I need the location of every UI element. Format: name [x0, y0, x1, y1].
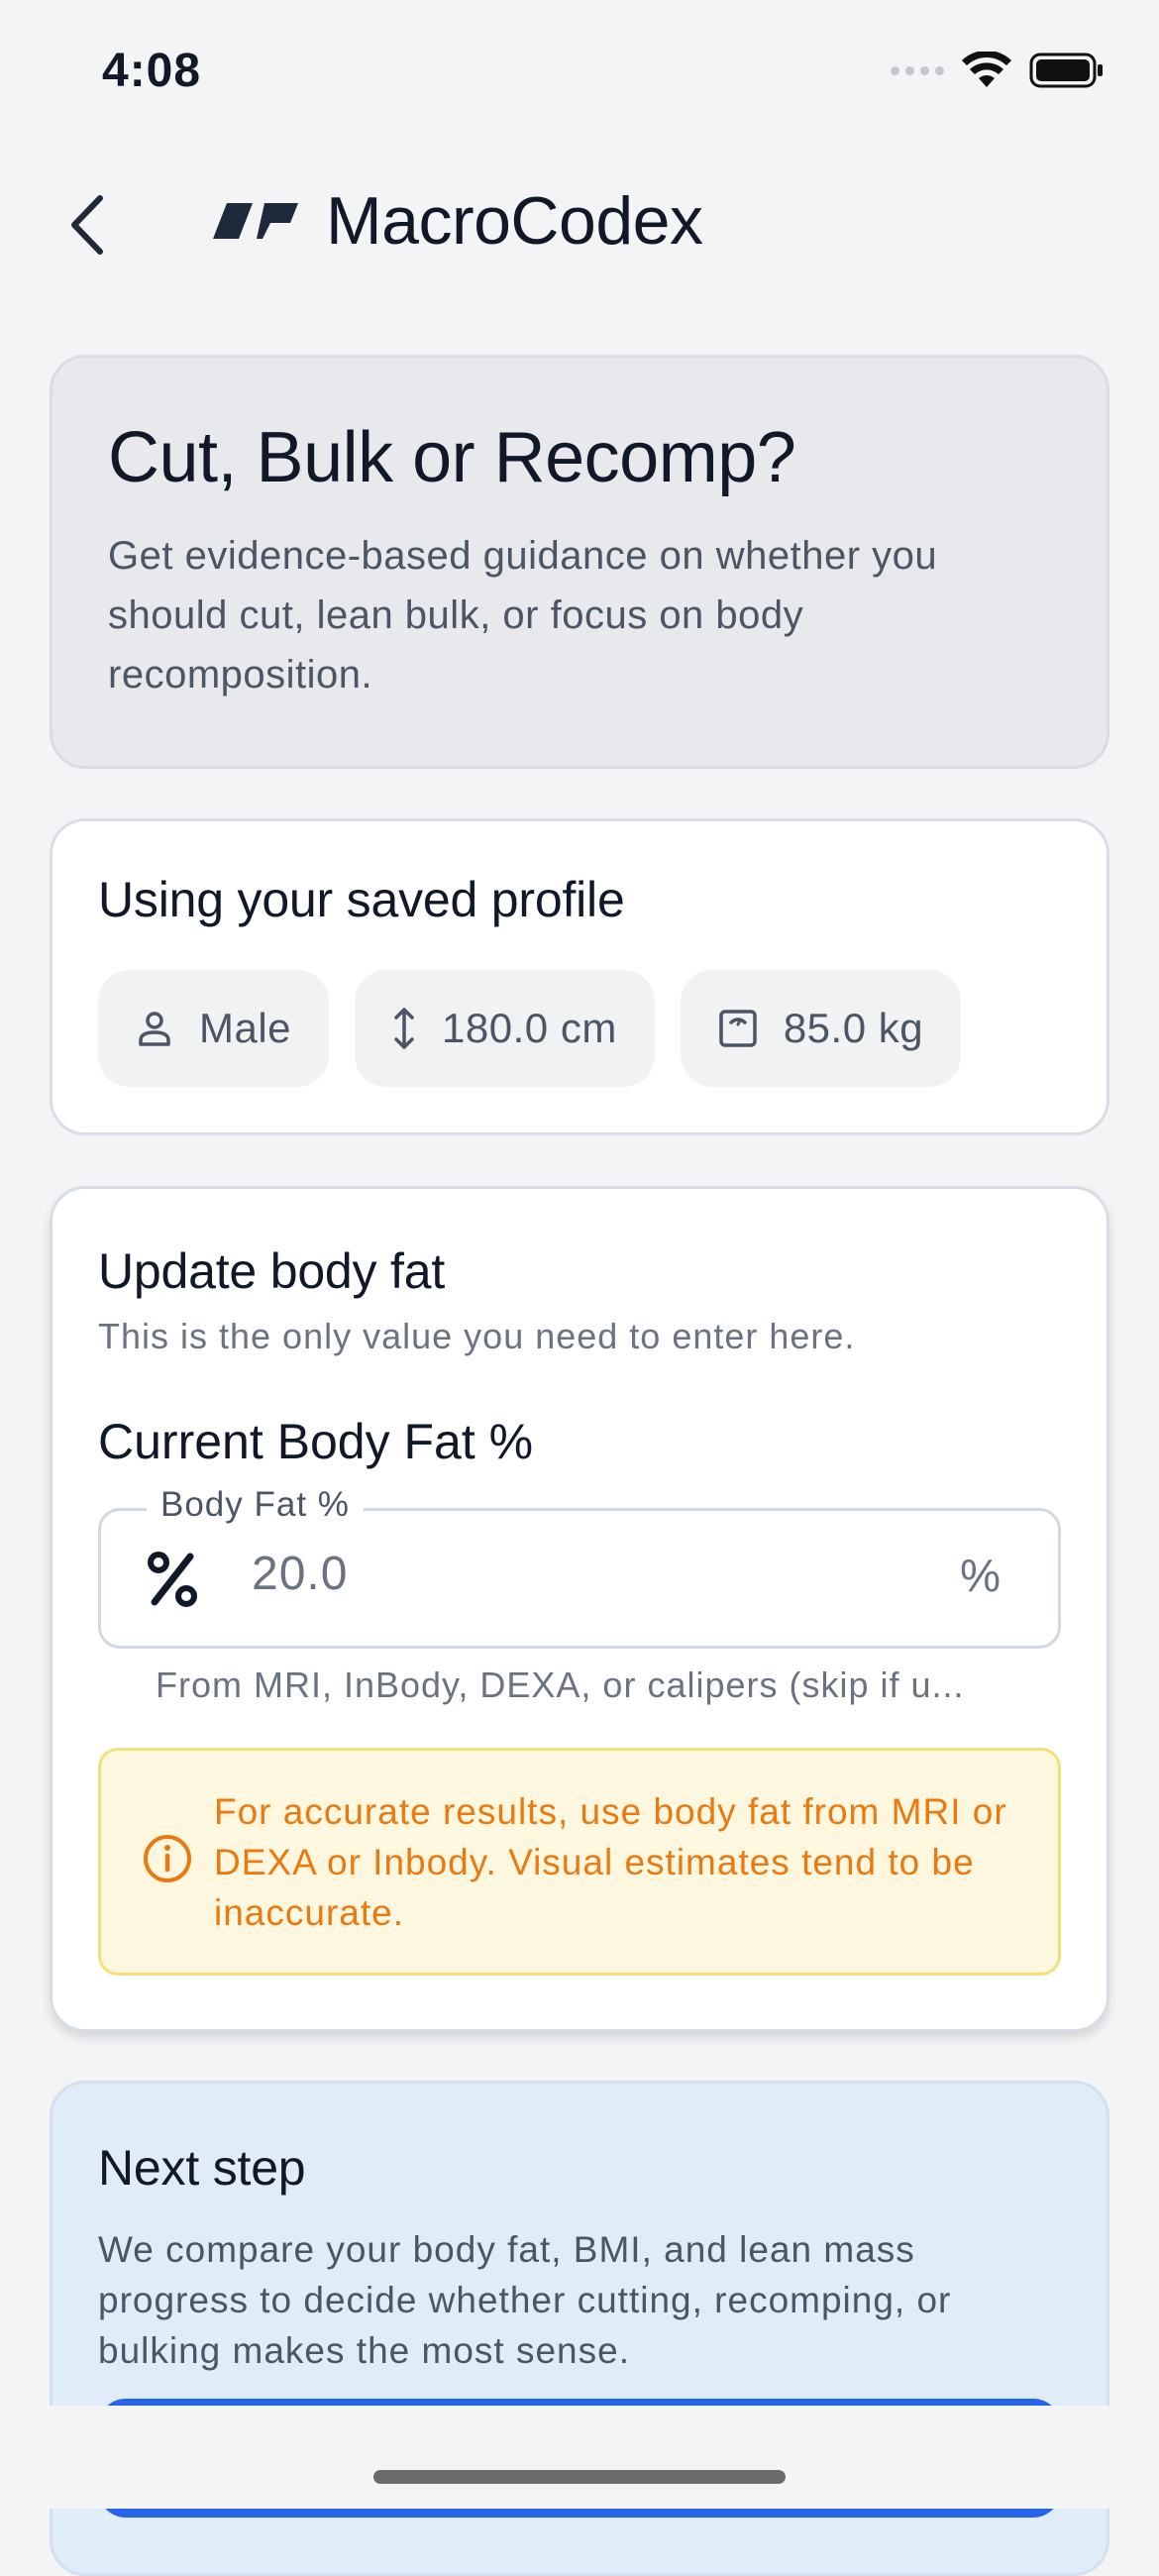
- body-fat-section-title: Update body fat: [98, 1243, 446, 1299]
- scale-icon: [719, 1010, 757, 1047]
- next-step-title: Next step: [98, 2140, 306, 2196]
- profile-title: Using your saved profile: [98, 872, 625, 927]
- app-title: MacroCodex: [326, 183, 703, 259]
- hero-card: Cut, Bulk or Recomp? Get evidence-based …: [50, 355, 1109, 769]
- sex-value: Male: [199, 1005, 292, 1051]
- height-value: 180.0 cm: [442, 1005, 617, 1051]
- weight-value: 85.0 kg: [783, 1005, 924, 1051]
- hero-description: Get evidence-based guidance on whether y…: [108, 534, 938, 697]
- body-fat-input-suffix: %: [960, 1550, 1001, 1601]
- body-fat-input-value[interactable]: 20.0: [252, 1547, 348, 1601]
- brand: MacroCodex: [213, 182, 703, 260]
- height-chip: 180.0 cm: [355, 970, 655, 1087]
- back-button[interactable]: [52, 190, 121, 260]
- update-body-fat-card: Update body fat This is the only value y…: [50, 1186, 1109, 2032]
- page-title: Cut, Bulk or Recomp?: [108, 418, 796, 497]
- macrocodex-logo-icon: [213, 203, 298, 239]
- body-fat-field-label: Current Body Fat %: [98, 1414, 534, 1469]
- accuracy-warning: For accurate results, use body fat from …: [98, 1748, 1061, 1976]
- body-fat-input[interactable]: Body Fat % 20.0 %: [98, 1485, 1061, 1649]
- cellular-signal-icon: [891, 65, 944, 75]
- home-indicator[interactable]: [373, 2470, 786, 2484]
- chevron-left-icon: [71, 195, 103, 255]
- percent-icon: [148, 1552, 197, 1607]
- battery-icon: [1029, 53, 1103, 88]
- profile-chips: Male 180.0 cm 85.0 kg: [98, 970, 1061, 1087]
- body-fat-input-legend: Body Fat %: [147, 1485, 364, 1525]
- sex-chip: Male: [98, 970, 330, 1087]
- info-icon: [144, 1835, 191, 1882]
- status-time: 4:08: [102, 45, 202, 97]
- status-bar: 4:08: [0, 0, 1159, 149]
- weight-chip: 85.0 kg: [680, 970, 962, 1087]
- body-fat-helper-text: From MRI, InBody, DEXA, or calipers (ski…: [156, 1664, 965, 1705]
- body-fat-subtitle: This is the only value you need to enter…: [98, 1316, 856, 1356]
- height-icon: [394, 1008, 414, 1049]
- accuracy-warning-text: For accurate results, use body fat from …: [214, 1791, 1007, 1933]
- wifi-icon: [962, 52, 1011, 87]
- nav-bar: MacroCodex: [0, 168, 1159, 277]
- saved-profile-card: Using your saved profile Male 180.0 cm 8…: [50, 818, 1109, 1135]
- status-icons: [891, 52, 1105, 89]
- next-step-description: We compare your body fat, BMI, and lean …: [98, 2229, 952, 2371]
- person-icon: [139, 1012, 170, 1046]
- bottom-safe-area: [0, 2406, 1159, 2509]
